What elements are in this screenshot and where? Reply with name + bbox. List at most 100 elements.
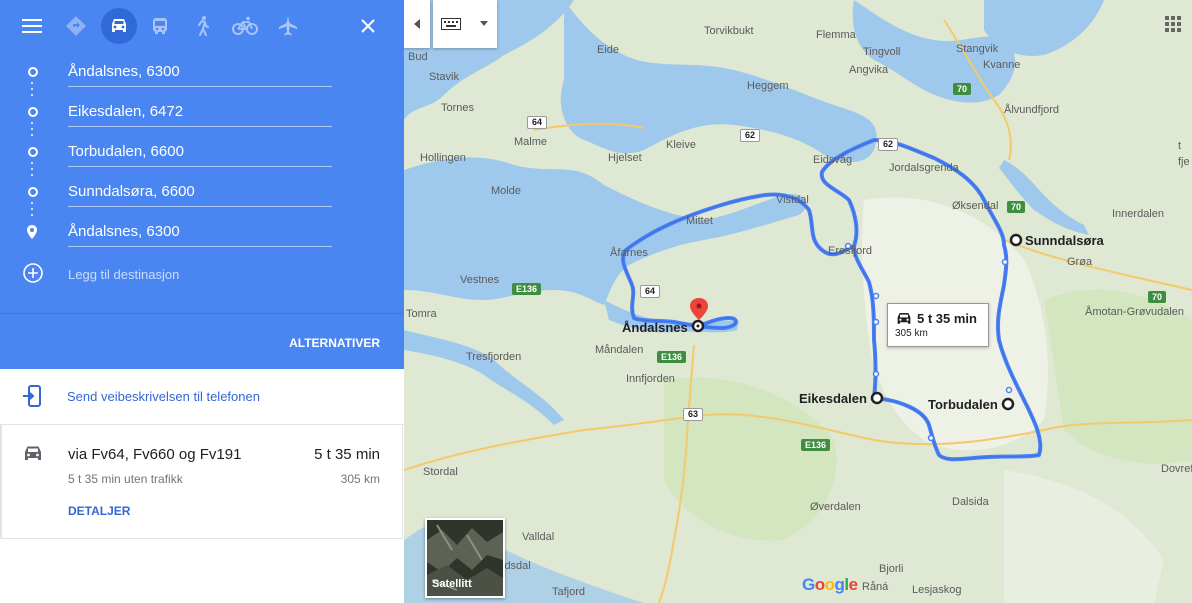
- waypoint-2[interactable]: Eikesdalen, 6472: [0, 92, 404, 132]
- directions-panel: Åndalsnes, 6300 Eikesdalen, 6472 Torbuda…: [0, 0, 404, 603]
- road-shield: 64: [640, 285, 661, 298]
- waypoint-4[interactable]: Sunndalsøra, 6600: [0, 172, 404, 212]
- destination-pin-icon: [27, 225, 37, 239]
- add-destination-row[interactable]: Legg til destinasjon: [0, 260, 404, 290]
- waypoint-4-input[interactable]: Sunndalsøra, 6600: [68, 183, 195, 200]
- place-label: idsdal: [502, 560, 531, 572]
- mode-car-button[interactable]: [101, 8, 137, 44]
- road-shield: E136: [512, 283, 542, 295]
- apps-grid-icon[interactable]: [1165, 16, 1181, 32]
- directions-header: Åndalsnes, 6300 Eikesdalen, 6472 Torbuda…: [0, 0, 404, 313]
- waypoint-5[interactable]: Åndalsnes, 6300: [0, 212, 404, 252]
- route-via: via Fv64, Fv660 og Fv191: [68, 446, 242, 463]
- alternatives-button[interactable]: ALTERNATIVER: [289, 336, 380, 350]
- place-label: Angvika: [849, 64, 889, 76]
- place-label: Vestnes: [460, 274, 500, 286]
- mode-best-button[interactable]: [58, 8, 94, 44]
- place-label: Vistdal: [776, 194, 809, 206]
- waypoint-circle-icon: [28, 67, 38, 77]
- place-label: Tresfjorden: [466, 351, 522, 363]
- keyboard-icon: [441, 18, 461, 30]
- place-label: Øverdalen: [810, 501, 861, 513]
- place-label: Malme: [514, 136, 548, 148]
- road-shield: 63: [683, 408, 704, 421]
- alternatives-bar: ALTERNATIVER: [0, 313, 404, 369]
- place-label: Torvikbukt: [704, 25, 754, 37]
- place-label: Stordal: [423, 466, 458, 478]
- place-label: Tomra: [406, 308, 437, 320]
- place-label: Torbudalen: [928, 397, 998, 412]
- place-label: Flemma: [816, 29, 856, 41]
- mode-transit-button[interactable]: [142, 8, 178, 44]
- place-label: Bjorli: [879, 563, 904, 575]
- place-label: Stangvik: [956, 43, 999, 55]
- route-time: 5 t 35 min: [314, 446, 380, 463]
- car-icon: [112, 19, 126, 32]
- place-label: Molde: [491, 185, 521, 197]
- car-icon: [25, 446, 41, 460]
- chevron-left-icon: [414, 19, 420, 29]
- route-option[interactable]: via Fv64, Fv660 og Fv191 5 t 35 min 5 t …: [0, 424, 403, 539]
- place-label: Kvanne: [983, 59, 1021, 71]
- waypoint-2-input[interactable]: Eikesdalen, 6472: [68, 103, 183, 120]
- waypoint-circle-icon: [28, 147, 38, 157]
- mode-flight-button[interactable]: [270, 8, 306, 44]
- menu-icon[interactable]: [18, 12, 46, 40]
- place-label: Tafjord: [552, 586, 586, 598]
- send-to-phone-row[interactable]: Send veibeskrivelsen til telefonen: [0, 368, 404, 425]
- road-shield: E136: [801, 439, 831, 451]
- place-label: t fje: [1178, 140, 1190, 168]
- place-label: Valldal: [522, 531, 555, 543]
- mode-walk-button[interactable]: [185, 8, 221, 44]
- input-underline: [68, 86, 332, 87]
- bus-icon: [153, 18, 167, 34]
- road-shield: 70: [953, 83, 972, 95]
- place-label: Innerdalen: [1112, 208, 1164, 220]
- place-label: Åmotan-Grøvudalen: [1085, 306, 1185, 318]
- waypoint-3-input[interactable]: Torbudalen, 6600: [68, 143, 184, 160]
- place-label: Jordalsgrenda: [889, 162, 959, 174]
- place-label: Kleive: [666, 139, 696, 151]
- road-shield: 70: [1007, 201, 1026, 213]
- close-icon[interactable]: [354, 12, 382, 40]
- place-label: Tingvoll: [863, 46, 901, 58]
- satellite-toggle[interactable]: Satellitt: [425, 518, 505, 598]
- route-info-box[interactable]: 5 t 35 min 305 km: [887, 303, 989, 347]
- place-label: Lesjaskog: [912, 584, 962, 596]
- road-shield: 64: [527, 116, 548, 129]
- place-label: Eide: [597, 44, 620, 56]
- route-info-distance: 305 km: [895, 328, 928, 339]
- road-shield: 70: [1148, 291, 1167, 303]
- waypoint-1[interactable]: Åndalsnes, 6300: [0, 52, 404, 92]
- waypoint-1-input[interactable]: Åndalsnes, 6300: [68, 63, 180, 80]
- place-label: Hjelset: [608, 152, 642, 164]
- mode-bike-button[interactable]: [227, 8, 263, 44]
- road-shield: E136: [657, 351, 687, 363]
- airplane-icon: [279, 16, 297, 36]
- place-label: Grøa: [1067, 256, 1093, 268]
- bike-icon: [232, 16, 258, 35]
- waypoint-5-input[interactable]: Åndalsnes, 6300: [68, 223, 180, 240]
- chevron-down-icon: [480, 21, 488, 26]
- place-label: Bud: [408, 51, 428, 63]
- send-to-phone-link[interactable]: Send veibeskrivelsen til telefonen: [67, 389, 260, 404]
- waypoint-marker-torbudalen: [1001, 397, 1015, 411]
- place-label: Innfjorden: [626, 373, 675, 385]
- place-label: Tornes: [441, 102, 475, 114]
- place-label: Eidsvåg: [813, 154, 853, 166]
- input-tools-button[interactable]: [433, 0, 497, 48]
- route-distance: 305 km: [340, 472, 380, 486]
- add-destination-input[interactable]: Legg til destinasjon: [68, 267, 179, 282]
- details-button[interactable]: DETALJER: [68, 504, 130, 518]
- travel-mode-bar: [0, 0, 404, 50]
- input-underline: [68, 126, 332, 127]
- input-underline: [68, 246, 332, 247]
- waypoint-circle-icon: [28, 187, 38, 197]
- add-circle-icon[interactable]: [23, 263, 43, 283]
- send-to-phone-icon: [23, 385, 41, 407]
- map-canvas[interactable]: Bud Eide Torvikbukt Flemma Tingvoll Stan…: [404, 0, 1192, 603]
- collapse-panel-button[interactable]: [404, 0, 430, 48]
- waypoint-3[interactable]: Torbudalen, 6600: [0, 132, 404, 172]
- destination-pin-icon: [690, 298, 708, 320]
- place-label: Eresfjord: [828, 245, 873, 257]
